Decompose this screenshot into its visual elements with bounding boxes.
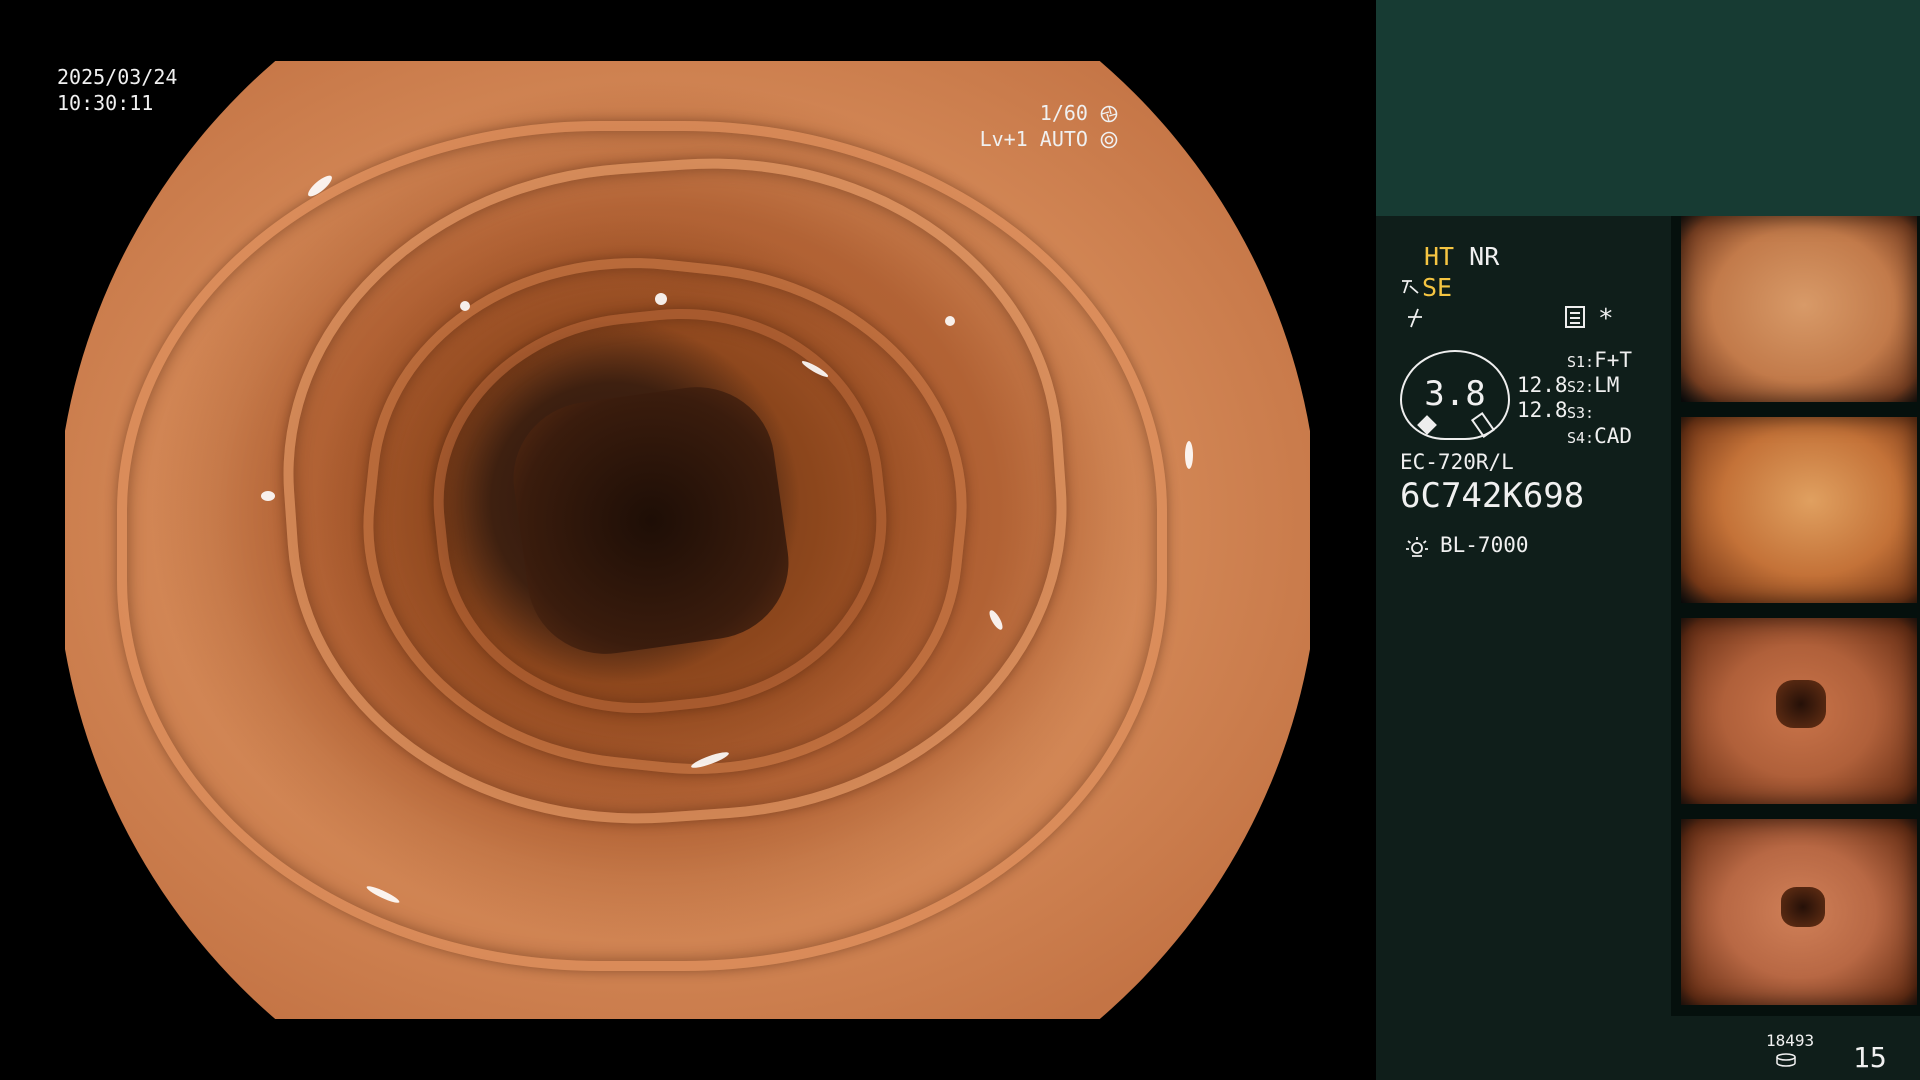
thumbnail-2[interactable] — [1681, 417, 1917, 603]
se-mode-indicator: SE — [1422, 273, 1453, 302]
date-text: 2025/03/24 — [57, 65, 178, 89]
disk-icon — [1776, 1053, 1796, 1067]
switch-3-assignment: S3: — [1567, 399, 1594, 423]
endoscope-live-view — [65, 61, 1310, 1019]
switch-key: S3: — [1567, 404, 1595, 422]
captured-image-count: 15 — [1853, 1041, 1887, 1074]
time-text: 10:30:11 — [57, 91, 154, 115]
flash-row — [1404, 307, 1426, 335]
menu-icon — [1565, 306, 1585, 328]
lumen — [503, 376, 799, 665]
magnification-value: 3.8 — [1424, 374, 1486, 414]
switch-key: S2: — [1567, 378, 1595, 396]
switch-1-assignment: S1:F+T — [1567, 348, 1632, 372]
magnification-gauge: 3.8 — [1400, 350, 1510, 440]
auto-iris-icon — [1100, 131, 1118, 149]
light-source-model: BL-7000 — [1440, 533, 1529, 557]
switch-key: S1: — [1567, 353, 1595, 371]
thumbnail-3[interactable] — [1681, 618, 1917, 804]
switch-value: LM — [1594, 373, 1620, 397]
switch-key: S4: — [1567, 429, 1595, 447]
specular-highlight — [945, 316, 955, 326]
shutter-speed: 1/60 — [1039, 101, 1088, 125]
date-time-readout: 2025/03/24 10:30:11 — [57, 64, 177, 116]
specular-highlight — [261, 491, 275, 501]
focal-readout-1: 12.8 — [1517, 373, 1568, 397]
specular-highlight — [1185, 441, 1193, 469]
image-mode-row: HT NR — [1424, 242, 1499, 271]
asterisk-indicator: * — [1598, 304, 1614, 334]
lamp-icon — [1406, 537, 1428, 557]
switch-2-assignment: S2:LM — [1567, 373, 1619, 397]
thumbnail-4[interactable] — [1681, 819, 1917, 1005]
switch-value: CAD — [1594, 424, 1633, 448]
lumen — [1776, 680, 1826, 728]
specular-highlight — [655, 293, 667, 305]
brightness-level: Lv+1 — [979, 127, 1028, 151]
pen-icon — [1402, 280, 1419, 294]
exposure-readout: 1/60 Lv+1 AUTO — [980, 100, 1118, 152]
lumen — [1781, 887, 1825, 927]
focal-readout-2: 12.8 — [1517, 398, 1568, 422]
specular-highlight — [460, 301, 470, 311]
gauge-marker-left — [1417, 415, 1437, 435]
enhancement-row: SE — [1400, 273, 1452, 302]
nr-mode-indicator: NR — [1469, 242, 1500, 271]
switch-4-assignment: S4:CAD — [1567, 424, 1632, 448]
switch-value: F+T — [1594, 348, 1633, 372]
scope-model: EC-720R/L — [1400, 450, 1514, 474]
flash-off-icon — [1408, 308, 1422, 328]
exposure-mode: AUTO — [1039, 127, 1088, 151]
ht-mode-indicator: HT — [1424, 242, 1455, 271]
scope-serial-number: 6C742K698 — [1400, 476, 1585, 516]
thumbnail-1[interactable] — [1681, 216, 1917, 402]
storage-counter: 18493 — [1766, 1031, 1815, 1050]
side-panel-header — [1376, 0, 1920, 216]
shutter-icon — [1100, 105, 1118, 123]
captured-thumbnail-strip — [1671, 216, 1920, 1016]
